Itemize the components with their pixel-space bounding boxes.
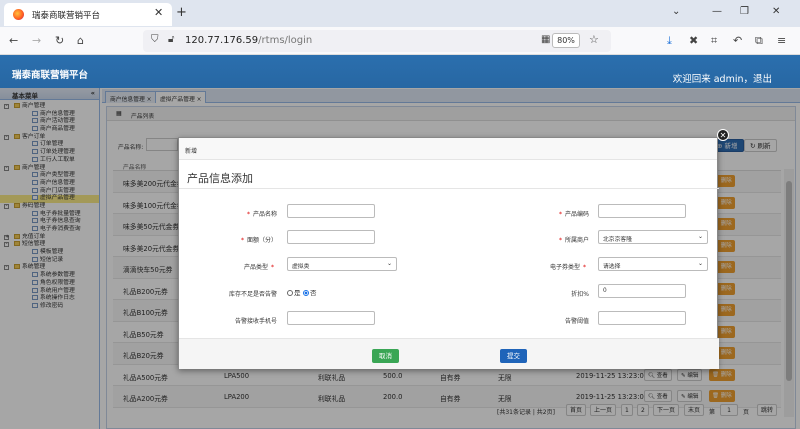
url-path: /rtms/login — [258, 35, 313, 46]
minimize-icon[interactable]: — — [712, 6, 722, 17]
product-name-input[interactable] — [287, 204, 375, 218]
modal-header: 新增 — [179, 138, 717, 160]
merchant-select[interactable]: 北京京客隆 ⌄ — [598, 230, 708, 244]
ecoupon-type-label-text: 电子券类型 — [549, 264, 580, 271]
ecoupon-type-select-value: 请选择 — [603, 264, 621, 270]
download-icon[interactable]: ⤓ — [667, 34, 672, 48]
ecoupon-type-select[interactable]: 请选择 ⌄ — [598, 257, 708, 271]
home-icon[interactable]: ⌂ — [77, 34, 84, 47]
discount-label: 折扣% — [571, 291, 589, 298]
shield-icon[interactable]: ⛉ — [151, 34, 159, 45]
product-type-label-text: 产品类型 — [243, 264, 268, 271]
qr-code-icon[interactable]: ▦ — [541, 34, 550, 45]
radio-no[interactable]: 否 — [303, 287, 317, 297]
close-tab-icon[interactable]: ✕ — [154, 6, 163, 19]
modal-title: 产品信息添加 — [187, 172, 253, 185]
bookmark-star-icon[interactable]: ☆ — [589, 33, 599, 46]
zoom-level[interactable]: 80% — [552, 33, 580, 48]
radio-yes-dot[interactable] — [287, 290, 293, 296]
product-type-label: 产品类型 * — [243, 264, 274, 271]
product-code-label: * 产品编码 — [558, 211, 589, 218]
warn-phone-label: 告警接收手机号 — [234, 318, 277, 325]
modal-close-icon[interactable]: ✕ — [717, 129, 729, 141]
modal-divider — [179, 188, 719, 189]
amount-label-text: 面额（分） — [246, 237, 277, 244]
submit-button[interactable]: 提交 — [500, 349, 527, 363]
warn-threshold-label: 告警阈值 — [564, 318, 589, 325]
product-name-label-text: 产品名称 — [252, 211, 277, 218]
url-host: 120.77.176.59 — [185, 35, 259, 46]
undo-icon[interactable]: ↶ — [733, 34, 742, 47]
discount-input[interactable]: 0 — [598, 284, 686, 298]
ecoupon-type-label: 电子券类型 * — [549, 264, 586, 271]
app-title: 瑞泰商联营销平台 — [12, 70, 89, 81]
warn-phone-input[interactable] — [287, 311, 375, 325]
radio-no-dot[interactable] — [303, 290, 309, 296]
add-product-modal: 新增 产品信息添加 * 产品名称 * 产品编码 * 面额（分） * 所属商户 北京京客隆… — [178, 137, 719, 369]
browser-tab[interactable]: 瑞泰商联营销平台 ✕ — [4, 3, 172, 26]
radio-yes[interactable]: 是 — [287, 287, 301, 297]
cancel-button[interactable]: 取消 — [372, 349, 399, 363]
welcome-logout[interactable]: 欢迎回来 admin，退出 — [673, 71, 772, 85]
app-header: 瑞泰商联营销平台 欢迎回来 admin，退出 — [0, 55, 800, 88]
forward-icon[interactable]: → — [32, 34, 41, 47]
chevron-down-icon: ⌄ — [697, 233, 703, 240]
browser-tab-title: 瑞泰商联营销平台 — [32, 11, 101, 21]
reload-icon[interactable]: ↻ — [55, 34, 64, 47]
modal-footer: 取消 提交 — [179, 338, 719, 369]
radio-no-label: 否 — [310, 289, 317, 297]
menu-icon[interactable]: ≡ — [777, 34, 786, 47]
address-bar[interactable]: ⛉ 🔓︎ 120.77.176.59/rtms/login ▦ 80% ☆ — [143, 30, 611, 52]
product-code-input[interactable] — [598, 204, 686, 218]
restore-icon[interactable]: ❐ — [740, 6, 749, 17]
crop-icon[interactable]: ⌗ — [711, 34, 717, 48]
browser-tab-bar: 瑞泰商联营销平台 ✕ + ⌄ — ❐ ✕ — [0, 0, 800, 27]
product-type-select[interactable]: 虚拟类 ⌄ — [287, 257, 397, 271]
back-icon[interactable]: ← — [9, 34, 18, 47]
merchant-select-value: 北京京客隆 — [603, 237, 632, 243]
window-close-icon[interactable]: ✕ — [772, 6, 780, 17]
product-code-label-text: 产品编码 — [564, 211, 589, 218]
radio-yes-label: 是 — [294, 289, 301, 297]
browser-nav-bar: ← → ↻ ⌂ ⛉ 🔓︎ 120.77.176.59/rtms/login ▦ … — [0, 27, 800, 55]
amount-input[interactable] — [287, 230, 375, 244]
amount-label: * 面额（分） — [240, 237, 277, 244]
merchant-label-text: 所属商户 — [564, 237, 589, 244]
product-type-select-value: 虚拟类 — [292, 264, 310, 270]
warn-threshold-input[interactable] — [598, 311, 686, 325]
chevron-down-icon: ⌄ — [697, 260, 703, 267]
extension-icon[interactable]: ✖ — [689, 34, 698, 47]
firefox-icon — [13, 9, 24, 20]
extensions-puzzle-icon[interactable]: ⧉ — [755, 34, 763, 48]
new-tab-icon[interactable]: + — [176, 5, 187, 20]
insecure-lock-icon[interactable]: 🔓︎ — [168, 34, 174, 45]
stock-warn-label: 库存不足是否告警 — [228, 291, 277, 298]
chevron-down-icon: ⌄ — [386, 260, 392, 267]
list-tabs-icon[interactable]: ⌄ — [672, 6, 680, 17]
product-name-label: * 产品名称 — [246, 211, 277, 218]
merchant-label: * 所属商户 — [558, 237, 589, 244]
